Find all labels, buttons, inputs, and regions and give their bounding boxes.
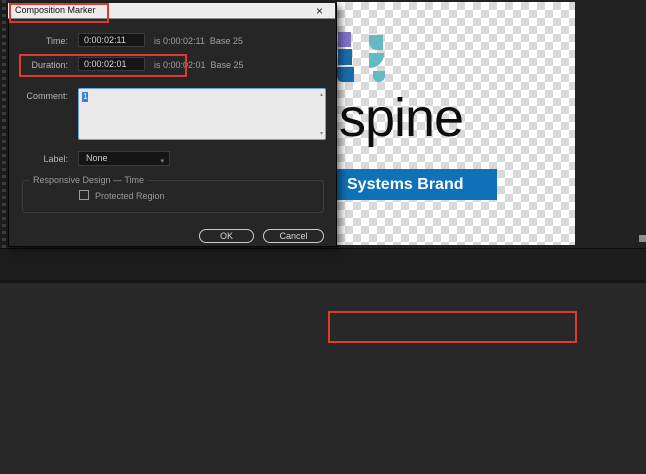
protected-region-label: Protected Region: [95, 191, 165, 201]
panel-edge-strip: [0, 0, 8, 283]
comment-selected-text: 1: [82, 92, 88, 102]
protected-region-checkbox[interactable]: [79, 190, 89, 200]
logo-square-blue: [338, 49, 352, 65]
panel-edge-texture: [2, 0, 6, 283]
viewer-toolbar: ∞ (33,3%) ▾ 0:00:02:12 Full ▾ Active Cam…: [0, 248, 646, 281]
logo-wordmark: spine: [339, 90, 463, 146]
comment-label: Comment:: [8, 91, 68, 101]
logo-square-teal: [369, 35, 383, 50]
label-field-label: Label:: [8, 154, 68, 164]
scroll-down-icon[interactable]: ▾: [320, 130, 323, 137]
time-label: Time:: [8, 36, 68, 46]
responsive-design-title: Responsive Design — Time: [29, 175, 148, 185]
scrollbar-thumb[interactable]: [639, 235, 646, 242]
scroll-up-icon[interactable]: ▴: [320, 91, 323, 98]
time-info: is 0:00:02:11 Base 25: [154, 36, 243, 46]
after-effects-window: spine Systems Brand ∞ (33,3%) ▾ 0:00:02:…: [0, 0, 646, 474]
annotation-rect-title: [9, 3, 109, 23]
close-icon[interactable]: ×: [316, 4, 323, 18]
cancel-button[interactable]: Cancel: [263, 229, 324, 243]
annotation-rect-marker: [328, 311, 577, 343]
comment-textarea[interactable]: 1 ▴ ▾: [78, 88, 326, 140]
annotation-rect-duration: [19, 54, 187, 77]
label-dropdown[interactable]: None▾: [78, 151, 170, 166]
logo-square-purple: [338, 32, 351, 47]
logo-banner-text: Systems Brand: [336, 169, 497, 200]
logo-square-blue-2: [337, 67, 354, 82]
logo-banner: Systems Brand: [336, 169, 497, 200]
ok-button[interactable]: OK: [199, 229, 254, 243]
time-input[interactable]: 0:00:02:11: [78, 33, 145, 47]
responsive-design-group: Responsive Design — Time Protected Regio…: [22, 180, 324, 213]
